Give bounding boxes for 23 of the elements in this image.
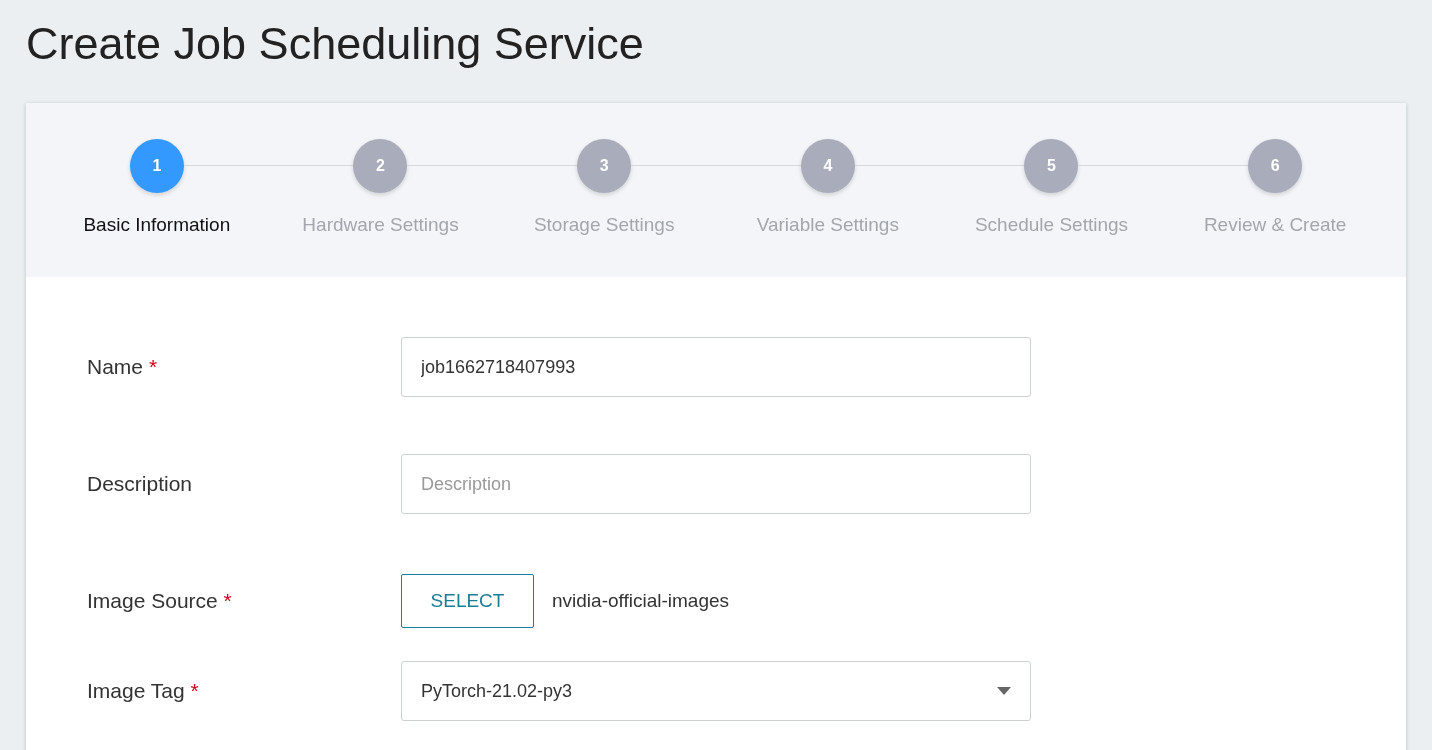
dropdown-field[interactable]: PyTorch-21.02-py3 (401, 661, 1031, 721)
step-number[interactable]: 3 (577, 139, 632, 193)
step-label[interactable]: Storage Settings (533, 214, 675, 236)
text-field[interactable]: job1662718407993 (401, 337, 1031, 397)
text-field[interactable]: Description (401, 454, 1031, 514)
select-button[interactable]: SELECT (401, 574, 534, 628)
step-number[interactable]: 4 (800, 139, 855, 193)
step-number[interactable]: 1 (129, 139, 184, 193)
step-number[interactable]: 2 (353, 139, 408, 193)
selected-value: nvidia-official-images (552, 590, 730, 612)
step-number[interactable]: 5 (1024, 139, 1079, 193)
field-label: Image Tag * (87, 679, 200, 703)
page-title: Create Job Scheduling Service (25, 17, 645, 71)
step-label[interactable]: Review & Create (1203, 214, 1347, 236)
step-label[interactable]: Variable Settings (756, 214, 899, 236)
field-label: Description (87, 472, 194, 496)
caret-icon (997, 687, 1011, 695)
step-label[interactable]: Hardware Settings (302, 214, 459, 236)
step-number[interactable]: 6 (1248, 139, 1303, 193)
field-label: Image Source * (87, 589, 233, 613)
field-label: Name * (87, 355, 159, 379)
step-label[interactable]: Basic Information (83, 214, 231, 236)
step-label[interactable]: Schedule Settings (974, 214, 1129, 236)
